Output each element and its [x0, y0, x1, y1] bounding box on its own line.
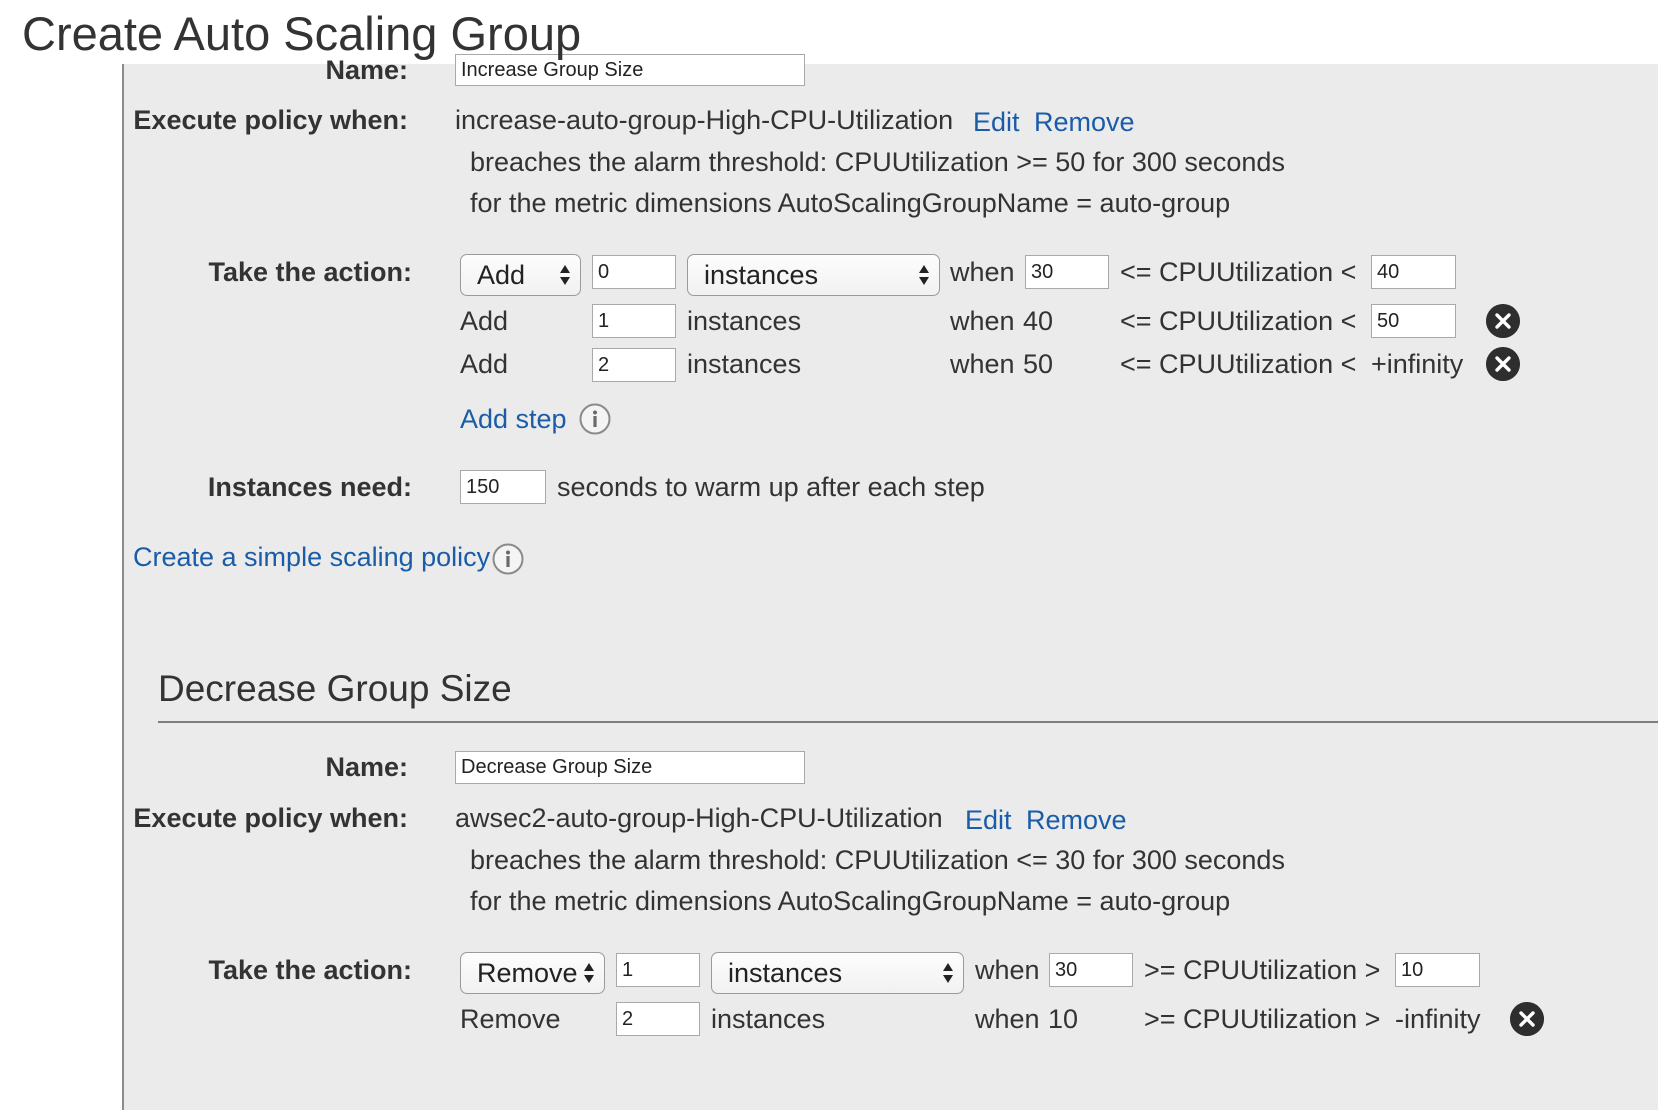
decrease-step-when: when	[975, 1004, 1040, 1034]
increase-alarm-dimensions: for the metric dimensions AutoScalingGro…	[470, 188, 1231, 218]
increase-edit-alarm-link[interactable]: Edit	[973, 106, 1020, 138]
increase-execute-label: Execute policy when:	[133, 105, 408, 135]
instances-need-label: Instances need:	[207, 472, 412, 502]
increase-step-metric: <= CPUUtilization <	[1120, 349, 1357, 379]
increase-step-when: when	[950, 306, 1015, 336]
select-arrows-icon	[919, 265, 929, 285]
increase-step-lower: 40	[1023, 306, 1054, 336]
increase-unit-select-value: instances	[704, 260, 819, 290]
select-arrows-icon	[584, 963, 594, 983]
close-icon[interactable]	[1486, 304, 1520, 338]
warmup-text: seconds to warm up after each step	[557, 472, 985, 502]
create-simple-scaling-policy-link[interactable]: Create a simple scaling policy	[133, 541, 490, 573]
increase-step-upper: +infinity	[1371, 349, 1464, 379]
decrease-unit-select[interactable]: instances	[711, 952, 964, 994]
decrease-action-label: Take the action:	[208, 955, 412, 985]
decrease-execute-label: Execute policy when:	[133, 803, 408, 833]
increase-step-amount-input[interactable]	[592, 304, 676, 338]
decrease-remove-alarm-link[interactable]: Remove	[1026, 804, 1127, 836]
increase-unit-select[interactable]: instances	[687, 254, 940, 296]
info-icon[interactable]	[579, 403, 611, 435]
decrease-step-metric: >= CPUUtilization >	[1144, 955, 1381, 985]
increase-action-select-value: Add	[477, 260, 526, 290]
increase-step-action: Add	[460, 349, 509, 379]
increase-step-amount-input[interactable]	[592, 255, 676, 289]
decrease-step-upper: -infinity	[1395, 1004, 1481, 1034]
increase-step-lower: 50	[1023, 349, 1054, 379]
increase-step-metric: <= CPUUtilization <	[1120, 257, 1357, 287]
decrease-section-title: Decrease Group Size	[158, 668, 512, 709]
select-arrows-icon	[943, 963, 953, 983]
decrease-step-lower-input[interactable]	[1049, 953, 1133, 987]
decrease-name-input[interactable]	[455, 751, 805, 784]
increase-step-action: Add	[460, 306, 509, 336]
close-icon[interactable]	[1510, 1002, 1544, 1036]
decrease-step-amount-input[interactable]	[616, 1002, 700, 1036]
increase-alarm-threshold: breaches the alarm threshold: CPUUtiliza…	[470, 147, 1285, 177]
decrease-edit-alarm-link[interactable]: Edit	[965, 804, 1012, 836]
increase-step-when: when	[950, 349, 1015, 379]
close-icon[interactable]	[1486, 347, 1520, 381]
increase-step-lower-input[interactable]	[1025, 255, 1109, 289]
add-step-link[interactable]: Add step	[460, 403, 567, 435]
info-icon[interactable]	[492, 543, 524, 575]
page-title: Create Auto Scaling Group	[22, 7, 582, 60]
decrease-step-amount-input[interactable]	[616, 953, 700, 987]
decrease-step-action: Remove	[460, 1004, 561, 1034]
increase-step-metric: <= CPUUtilization <	[1120, 306, 1357, 336]
increase-step-amount-input[interactable]	[592, 348, 676, 382]
increase-remove-alarm-link[interactable]: Remove	[1034, 106, 1135, 138]
decrease-alarm-threshold: breaches the alarm threshold: CPUUtiliza…	[470, 845, 1285, 875]
section-divider	[158, 721, 1658, 723]
decrease-action-select-value: Remove	[477, 958, 578, 988]
increase-step-when: when	[950, 257, 1015, 287]
increase-alarm-name: increase-auto-group-High-CPU-Utilization	[455, 105, 954, 135]
decrease-alarm-dimensions: for the metric dimensions AutoScalingGro…	[470, 886, 1231, 916]
decrease-step-lower: 10	[1048, 1004, 1079, 1034]
decrease-step-metric: >= CPUUtilization >	[1144, 1004, 1381, 1034]
increase-action-label: Take the action:	[208, 257, 412, 287]
increase-step-unit: instances	[687, 306, 802, 336]
increase-action-select[interactable]: Add	[460, 254, 581, 296]
decrease-step-unit: instances	[711, 1004, 826, 1034]
decrease-step-upper-input[interactable]	[1395, 953, 1480, 987]
decrease-action-select[interactable]: Remove	[460, 952, 605, 994]
increase-step-unit: instances	[687, 349, 802, 379]
decrease-alarm-name: awsec2-auto-group-High-CPU-Utilization	[455, 803, 943, 833]
increase-step-upper-input[interactable]	[1371, 255, 1456, 289]
decrease-unit-select-value: instances	[728, 958, 843, 988]
increase-step-upper-input[interactable]	[1371, 304, 1456, 338]
warmup-seconds-input[interactable]	[460, 470, 546, 504]
decrease-step-when: when	[975, 955, 1040, 985]
decrease-name-label: Name:	[325, 752, 408, 782]
select-arrows-icon	[560, 265, 570, 285]
